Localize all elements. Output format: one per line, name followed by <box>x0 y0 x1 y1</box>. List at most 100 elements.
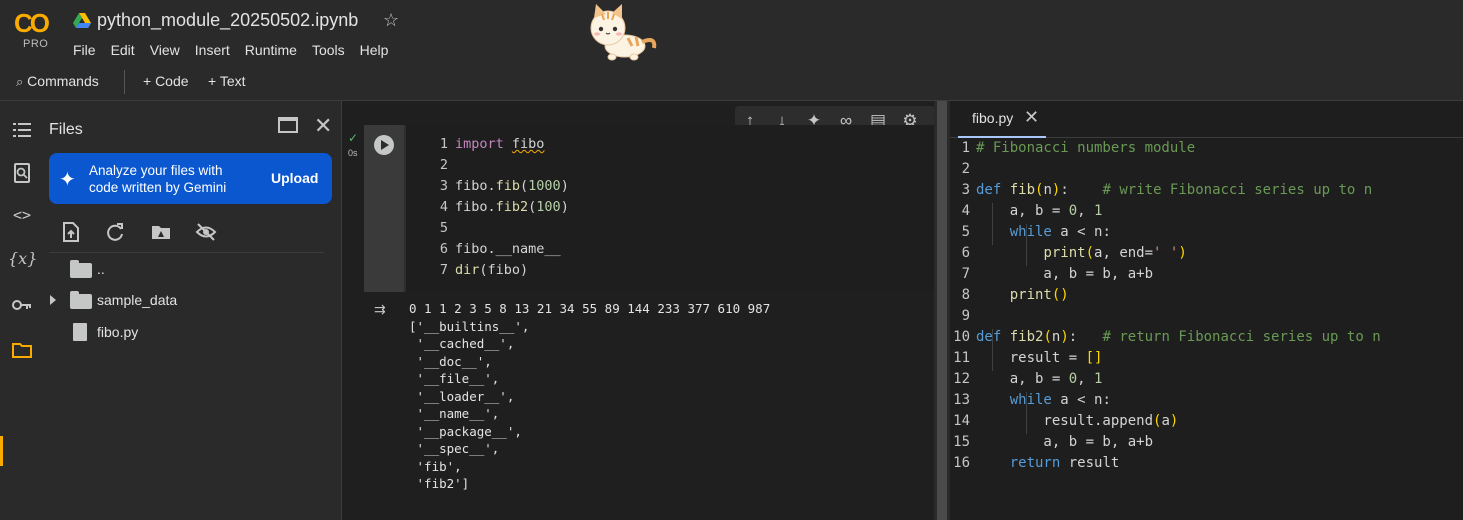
pane-splitter[interactable] <box>934 101 950 520</box>
hide-files-icon[interactable] <box>195 221 217 243</box>
variables-icon[interactable]: {x} <box>8 249 37 271</box>
file-tree-label: .. <box>97 261 105 277</box>
output-line: '__loader__', <box>409 388 515 404</box>
line-text: a, b = 0, 1 <box>976 203 1103 219</box>
run-gutter <box>364 125 404 292</box>
close-tab-icon[interactable]: ✕ <box>1024 107 1039 128</box>
file-tree-row[interactable]: sample_data <box>42 288 342 314</box>
line-number: 2 <box>439 157 448 173</box>
code-token: (fibo) <box>479 262 529 278</box>
code-line: 16 return result <box>950 455 1463 476</box>
line-text: return result <box>976 455 1120 471</box>
code-token: return <box>1009 455 1061 471</box>
editor-code-area[interactable]: 1 # Fibonacci numbers module 2 3 def fib(n):… <box>950 138 1463 520</box>
code-line: 5 <box>406 220 934 241</box>
line-text: result = [] <box>976 350 1103 366</box>
colab-logo[interactable]: CO PRO <box>14 8 60 52</box>
line-number: 7 <box>961 266 970 282</box>
file-tree-row[interactable]: .. <box>42 257 342 283</box>
active-rail-indicator <box>0 436 3 466</box>
output-line: '__spec__', <box>409 441 500 456</box>
line-number: 1 <box>961 140 970 156</box>
upload-file-icon[interactable] <box>60 221 82 243</box>
menu-edit[interactable]: Edit <box>111 42 135 58</box>
cell-output: ⇉ 0 1 1 2 3 5 8 13 21 34 55 89 144 233 3… <box>364 298 934 498</box>
code-token: fibo <box>511 136 545 152</box>
code-line: 15 a, b = b, a+b <box>950 434 1463 455</box>
code-snippets-icon[interactable]: <> <box>11 206 33 228</box>
code-token: 0 <box>1068 371 1078 387</box>
output-line: '__package__', <box>409 423 522 439</box>
code-token: print <box>1009 287 1052 303</box>
line-number: 3 <box>439 178 448 194</box>
code-token: ) <box>1169 413 1179 429</box>
code-line: 4 a, b = 0, 1 <box>950 203 1463 224</box>
editor-tabs: fibo.py ✕ <box>950 101 1463 138</box>
code-editor[interactable]: 1 import fibo 2 3 fibo.fib(1000) 4 fibo.fib2(1… <box>406 125 934 292</box>
add-text-button[interactable]: + Text <box>208 73 246 89</box>
menu-tools[interactable]: Tools <box>312 42 345 58</box>
menu-insert[interactable]: Insert <box>195 42 230 58</box>
line-text: a, b = b, a+b <box>976 434 1153 450</box>
output-line: 'fib', <box>409 458 462 474</box>
secrets-key-icon[interactable] <box>11 294 33 316</box>
output-line: ['__builtins__', <box>409 318 530 334</box>
file-tree-row[interactable]: fibo.py <box>42 320 342 346</box>
splitter-grip[interactable] <box>937 101 947 520</box>
close-icon[interactable]: ✕ <box>314 113 332 139</box>
code-line: 6 fibo.__name__ <box>406 241 934 262</box>
notebook-title[interactable]: python_module_20250502.ipynb <box>97 10 358 31</box>
refresh-icon[interactable] <box>104 221 126 243</box>
google-drive-icon[interactable] <box>73 13 91 29</box>
code-line: 12 a, b = 0, 1 <box>950 371 1463 392</box>
tab-fibo-py[interactable]: fibo.py ✕ <box>958 101 1046 138</box>
expand-arrow-icon[interactable] <box>50 295 56 305</box>
code-line: 7 a, b = b, a+b <box>950 266 1463 287</box>
run-cell-button[interactable] <box>374 135 394 155</box>
code-line: 2 <box>406 157 934 178</box>
star-icon[interactable]: ☆ <box>383 10 399 31</box>
output-line: '__file__', <box>409 371 500 386</box>
line-text: import fibo <box>455 136 544 152</box>
menu-runtime[interactable]: Runtime <box>245 42 297 58</box>
gemini-line-1: Analyze your files with <box>89 163 223 178</box>
line-number: 8 <box>961 287 970 303</box>
find-replace-icon[interactable] <box>11 162 33 184</box>
code-token: a < n: <box>1051 224 1111 240</box>
code-token: result <box>1060 455 1120 471</box>
output-actions-icon[interactable]: ⇉ <box>374 301 396 319</box>
menu-help[interactable]: Help <box>360 42 389 58</box>
code-token: fib2 <box>1009 329 1044 345</box>
menu-view[interactable]: View <box>150 42 180 58</box>
mount-drive-icon[interactable] <box>150 221 172 243</box>
line-text: a, b = b, a+b <box>976 266 1153 282</box>
files-folder-icon[interactable] <box>11 339 33 361</box>
open-in-window-icon[interactable] <box>278 117 298 133</box>
code-token: fib <box>495 178 521 194</box>
file-tree-label: sample_data <box>97 292 178 308</box>
code-token: () <box>1051 287 1069 303</box>
upload-button[interactable]: Upload <box>271 170 318 186</box>
output-line: 'fib2'] <box>409 476 470 491</box>
top-bar: CO PRO python_module_20250502.ipynb ☆ Fi… <box>0 0 1463 64</box>
add-code-button[interactable]: + Code <box>143 73 189 89</box>
line-number: 4 <box>961 203 970 219</box>
code-token: fib <box>1009 182 1036 198</box>
code-line: 9 <box>950 308 1463 329</box>
output-line: 0 1 1 2 3 5 8 13 21 34 55 89 144 233 377… <box>409 301 771 316</box>
files-panel-title: Files <box>49 121 83 138</box>
menu-file[interactable]: File <box>73 42 96 58</box>
table-of-contents-icon[interactable] <box>11 119 33 141</box>
logo-text: CO <box>14 8 50 38</box>
code-line: 4 fibo.fib2(100) <box>406 199 934 220</box>
code-cell[interactable]: 1 import fibo 2 3 fibo.fib(1000) 4 fibo.fib2(1… <box>364 125 934 292</box>
code-token: fibo. <box>455 178 496 194</box>
commands-button[interactable]: ⌕ Commands <box>16 73 99 90</box>
menu-bar: File Edit View Insert Runtime Tools Help <box>73 42 403 58</box>
gemini-sparkle-icon: ✦ <box>59 169 76 191</box>
